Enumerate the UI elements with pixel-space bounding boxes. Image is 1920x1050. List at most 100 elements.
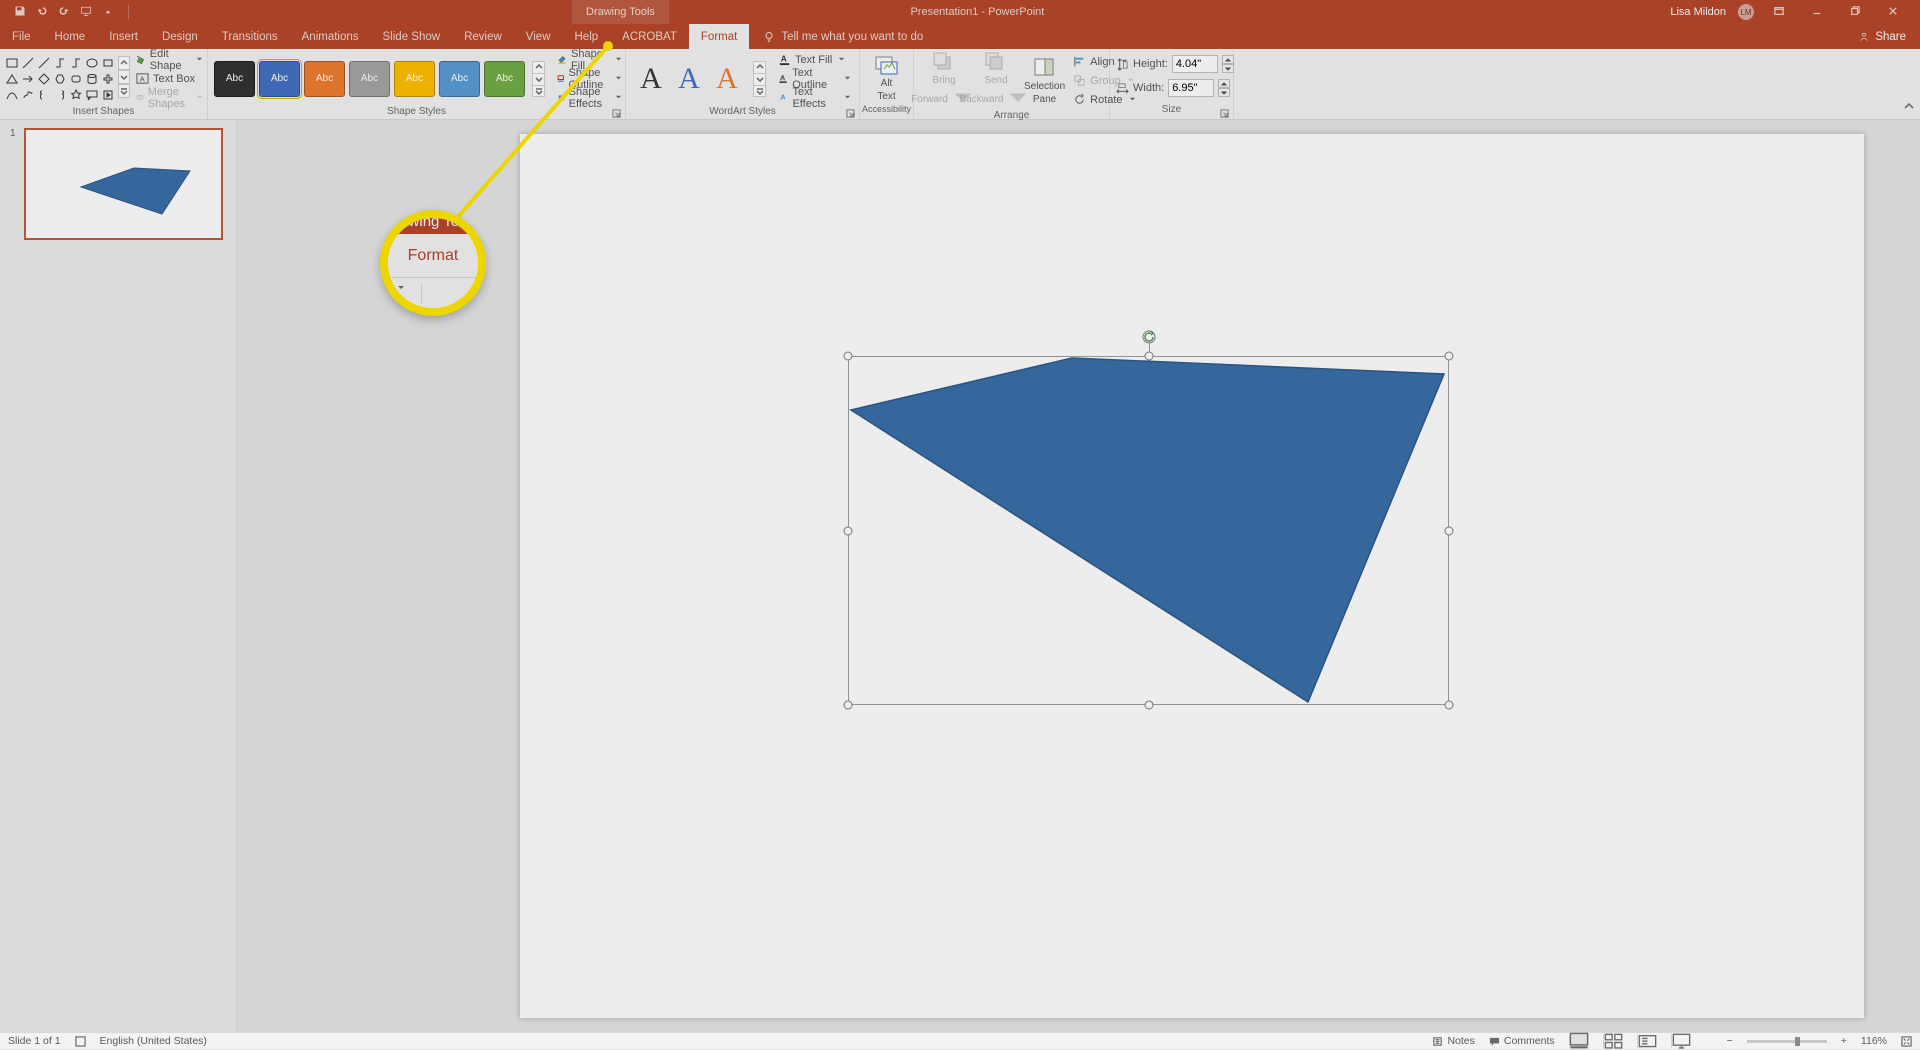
scroll-up-icon[interactable]	[532, 61, 545, 73]
tab-insert[interactable]: Insert	[97, 24, 150, 49]
slide-counter[interactable]: Slide 1 of 1	[8, 1035, 61, 1047]
shape-connector2-icon[interactable]	[70, 56, 84, 70]
shape-style-swatch-2[interactable]: Abc	[304, 61, 345, 97]
shape-rectangle-icon[interactable]	[6, 56, 20, 70]
ribbon-display-options-icon[interactable]	[1766, 6, 1792, 19]
thumbnail-preview[interactable]	[24, 128, 223, 240]
start-from-beginning-icon[interactable]	[80, 5, 92, 20]
notes-button[interactable]: Notes	[1432, 1035, 1474, 1047]
shape-style-swatch-4[interactable]: Abc	[394, 61, 435, 97]
wordart-gallery[interactable]: AAA	[632, 61, 746, 97]
canvas-area[interactable]	[237, 120, 1920, 1032]
shape-fill-button[interactable]: Shape Fill	[555, 51, 624, 68]
tab-file[interactable]: File	[0, 24, 43, 49]
shape-style-swatch-3[interactable]: Abc	[349, 61, 390, 97]
shape-line2-icon[interactable]	[38, 56, 52, 70]
accessibility-checker-icon[interactable]	[75, 1036, 86, 1047]
handle-sw[interactable]	[844, 701, 853, 710]
tab-help[interactable]: Help	[563, 24, 611, 49]
dialog-launcher-icon[interactable]	[611, 109, 621, 119]
shape-effects-button[interactable]: Shape Effects	[555, 89, 624, 106]
redo-icon[interactable]	[58, 5, 70, 20]
shape-style-swatch-1[interactable]: Abc	[259, 61, 300, 97]
save-icon[interactable]	[14, 5, 26, 20]
handle-ne[interactable]	[1445, 352, 1454, 361]
height-spinner[interactable]	[1222, 55, 1234, 73]
undo-icon[interactable]	[36, 5, 48, 20]
shape-callout-icon[interactable]	[86, 88, 100, 102]
handle-s[interactable]	[1144, 701, 1153, 710]
width-spinner[interactable]	[1218, 79, 1230, 97]
zoom-slider[interactable]	[1747, 1040, 1827, 1043]
text-fill-button[interactable]: A Text Fill	[776, 51, 853, 68]
shape-roundrect-icon[interactable]	[70, 72, 84, 86]
zoom-level[interactable]: 116%	[1861, 1035, 1887, 1047]
shape-arrow-icon[interactable]	[22, 72, 36, 86]
tab-home[interactable]: Home	[43, 24, 98, 49]
width-input[interactable]	[1168, 79, 1214, 97]
fit-to-window-icon[interactable]	[1901, 1036, 1912, 1047]
shape-diamond-icon[interactable]	[38, 72, 52, 86]
wordart-style-swatch-2[interactable]: A	[708, 61, 746, 97]
shape-styles-scroll[interactable]	[532, 61, 545, 97]
height-input[interactable]	[1172, 55, 1218, 73]
shape-triangle-icon[interactable]	[6, 72, 20, 86]
handle-e[interactable]	[1445, 526, 1454, 535]
shape-can-icon[interactable]	[86, 72, 100, 86]
shape-rect-icon[interactable]	[102, 56, 116, 70]
scroll-up-icon[interactable]	[753, 61, 766, 73]
shape-brace-icon[interactable]	[38, 88, 52, 102]
shape-line-icon[interactable]	[22, 56, 36, 70]
tell-me-search[interactable]: Tell me what you want to do	[763, 24, 923, 49]
shape-style-swatch-6[interactable]: Abc	[484, 61, 525, 97]
shape-connector-icon[interactable]	[54, 56, 68, 70]
user-name[interactable]: Lisa Mildon	[1670, 6, 1726, 18]
shape-brace2-icon[interactable]	[54, 88, 68, 102]
shape-star-icon[interactable]	[70, 88, 84, 102]
scroll-up-icon[interactable]	[118, 56, 130, 70]
tab-view[interactable]: View	[514, 24, 563, 49]
slideshow-view-icon[interactable]	[1671, 1034, 1691, 1048]
spin-up-icon[interactable]	[1218, 79, 1230, 88]
handle-nw[interactable]	[844, 352, 853, 361]
spin-down-icon[interactable]	[1222, 64, 1234, 73]
dialog-launcher-icon[interactable]	[1219, 109, 1229, 119]
selected-shape[interactable]	[848, 356, 1449, 705]
spin-up-icon[interactable]	[1222, 55, 1234, 64]
zoom-out-button[interactable]: −	[1727, 1035, 1733, 1047]
shape-hex-icon[interactable]	[54, 72, 68, 86]
freeform-shape[interactable]	[848, 356, 1449, 705]
text-outline-button[interactable]: A Text Outline	[776, 70, 853, 87]
text-box-button[interactable]: A Text Box	[134, 70, 205, 87]
wordart-style-swatch-1[interactable]: A	[670, 61, 708, 97]
zoom-in-button[interactable]: +	[1841, 1035, 1847, 1047]
handle-w[interactable]	[844, 526, 853, 535]
reading-view-icon[interactable]	[1637, 1034, 1657, 1048]
shape-oval-icon[interactable]	[86, 56, 100, 70]
shapes-gallery-scroll[interactable]	[118, 56, 130, 98]
slide-sorter-view-icon[interactable]	[1603, 1034, 1623, 1048]
collapse-ribbon-icon[interactable]	[1904, 99, 1914, 117]
spin-down-icon[interactable]	[1218, 88, 1230, 97]
minimize-icon[interactable]	[1804, 6, 1830, 19]
restore-icon[interactable]	[1842, 6, 1868, 19]
tab-format[interactable]: Format	[689, 24, 749, 49]
handle-n[interactable]	[1144, 352, 1153, 361]
shape-style-swatch-5[interactable]: Abc	[439, 61, 480, 97]
shapes-gallery[interactable]	[6, 56, 116, 102]
tab-design[interactable]: Design	[150, 24, 210, 49]
scroll-down-icon[interactable]	[532, 73, 545, 85]
shape-outline-button[interactable]: Shape Outline	[555, 70, 624, 87]
qat-customize-icon[interactable]	[102, 5, 114, 20]
handle-se[interactable]	[1445, 701, 1454, 710]
close-icon[interactable]	[1880, 6, 1906, 19]
scroll-more-icon[interactable]	[118, 84, 130, 98]
shape-style-swatch-0[interactable]: Abc	[214, 61, 255, 97]
tab-review[interactable]: Review	[452, 24, 514, 49]
shape-plus-icon[interactable]	[102, 72, 116, 86]
scroll-down-icon[interactable]	[753, 73, 766, 85]
slide-thumbnail-1[interactable]: 1	[12, 128, 224, 240]
dialog-launcher-icon[interactable]	[845, 109, 855, 119]
text-effects-button[interactable]: A Text Effects	[776, 89, 853, 106]
edit-shape-button[interactable]: Edit Shape	[134, 51, 205, 68]
